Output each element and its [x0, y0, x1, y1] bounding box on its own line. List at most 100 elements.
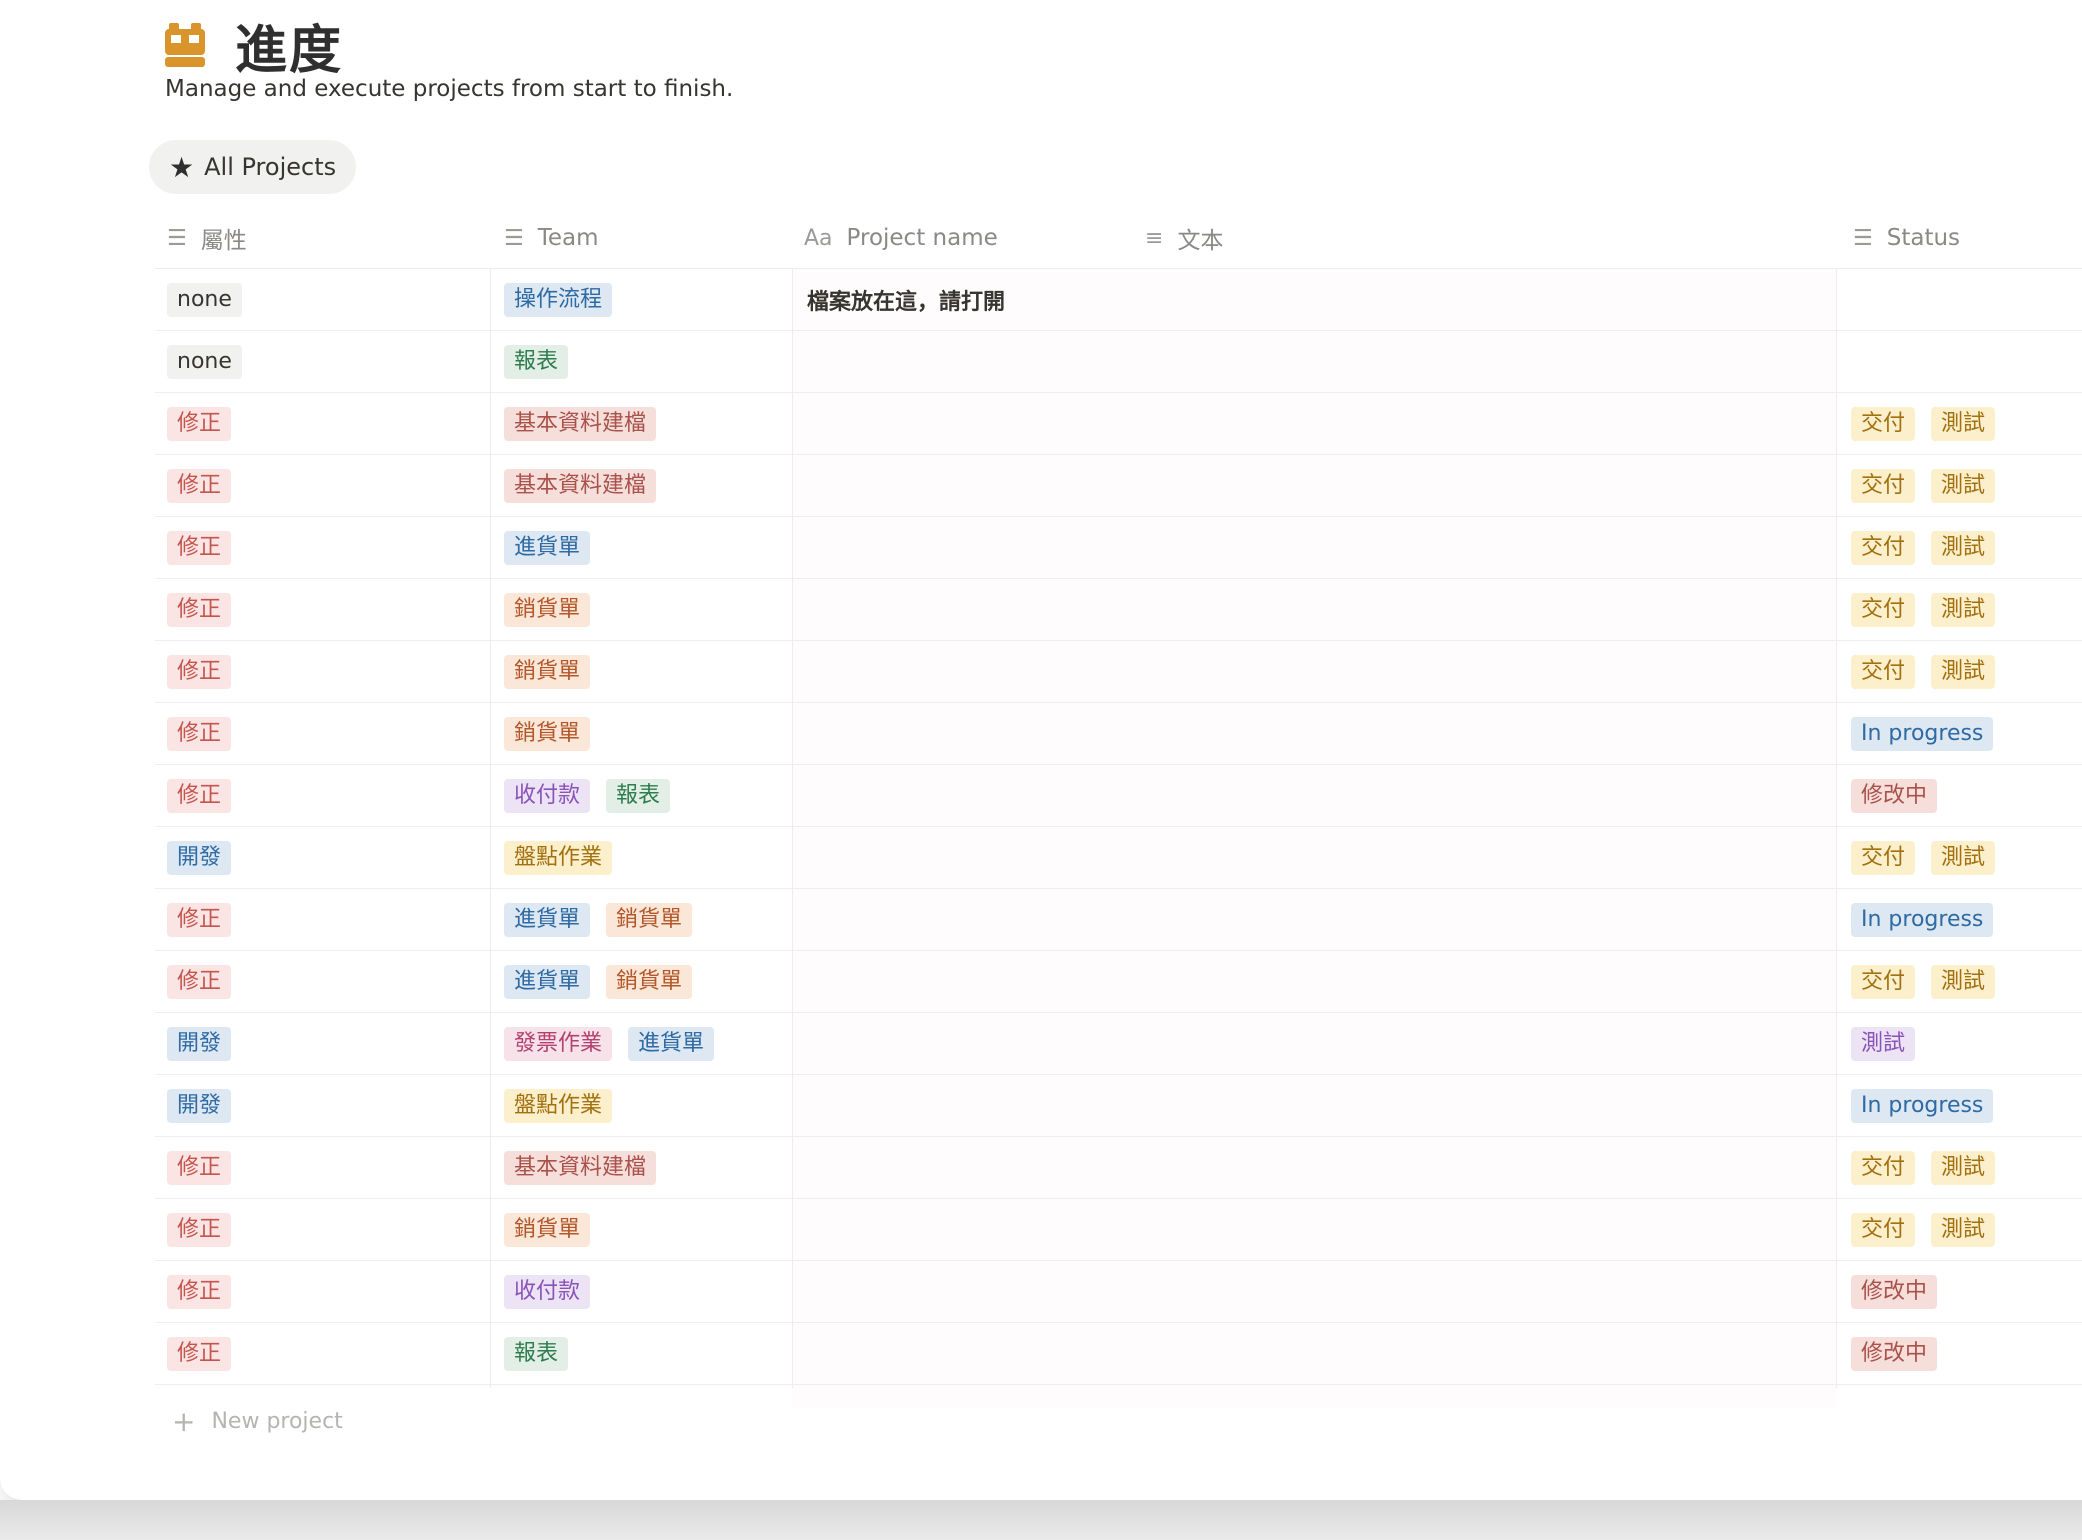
cell-team[interactable]: 進貨單 — [504, 517, 606, 578]
cell-project-name[interactable] — [807, 1199, 1137, 1260]
cell-team[interactable]: 基本資料建檔 — [504, 393, 672, 454]
page-subtitle[interactable]: Manage and execute projects from start t… — [165, 76, 733, 102]
cell-attr[interactable]: 修正 — [167, 455, 247, 516]
cell-project-name[interactable] — [807, 641, 1137, 702]
cell-attr[interactable]: 修正 — [167, 1137, 247, 1198]
cell-status[interactable]: 交付 測試 — [1851, 951, 2011, 1012]
cell-attr[interactable]: none — [167, 331, 258, 392]
cell-attr[interactable]: 修正 — [167, 517, 247, 578]
cell-status[interactable]: 測試 — [1851, 1013, 1931, 1074]
cell-team[interactable]: 收付款 — [504, 1261, 606, 1322]
table-row[interactable]: 修正 收付款 修改中 — [155, 1261, 2082, 1323]
cell-project-name[interactable] — [807, 455, 1137, 516]
column-header-status[interactable]: ☰ Status — [1853, 208, 1960, 268]
cell-project-name[interactable] — [807, 517, 1137, 578]
status-tag: In progress — [1851, 1088, 1994, 1123]
cell-project-name[interactable] — [807, 393, 1137, 454]
cell-attr[interactable]: 開發 — [167, 1075, 247, 1136]
cell-status[interactable]: 交付 測試 — [1851, 579, 2011, 640]
cell-attr[interactable]: 修正 — [167, 951, 247, 1012]
cell-project-name[interactable] — [807, 951, 1137, 1012]
cell-attr[interactable]: 開發 — [167, 827, 247, 888]
cell-project-name[interactable] — [807, 1137, 1137, 1198]
calendar-face-icon[interactable] — [163, 21, 207, 69]
table-row[interactable]: 修正 進貨單 銷貨單 交付 測試 — [155, 951, 2082, 1013]
table-row[interactable]: 修正 銷貨單 交付 測試 — [155, 1199, 2082, 1261]
cell-team[interactable]: 銷貨單 — [504, 1199, 606, 1260]
cell-team[interactable]: 收付款 報表 — [504, 765, 686, 826]
cell-project-name[interactable] — [807, 765, 1137, 826]
cell-status[interactable]: 修改中 — [1851, 765, 1953, 826]
view-tab-all-projects[interactable]: ★ All Projects — [149, 140, 357, 194]
cell-team[interactable]: 操作流程 — [504, 269, 628, 330]
cell-status[interactable]: 交付 測試 — [1851, 517, 2011, 578]
table-row[interactable]: none 報表 — [155, 331, 2082, 393]
cell-team[interactable]: 銷貨單 — [504, 703, 606, 764]
cell-team[interactable]: 盤點作業 — [504, 827, 628, 888]
table-row[interactable]: 開發 盤點作業 In progress — [155, 1075, 2082, 1137]
cell-status[interactable]: 交付 測試 — [1851, 1199, 2011, 1260]
cell-attr[interactable]: 修正 — [167, 579, 247, 640]
cell-team[interactable]: 基本資料建檔 — [504, 1137, 672, 1198]
table-row[interactable]: 修正 收付款 報表 修改中 — [155, 765, 2082, 827]
cell-team[interactable]: 銷貨單 — [504, 579, 606, 640]
column-header-text[interactable]: ≡ 文本 — [1145, 208, 1223, 268]
cell-attr[interactable]: 修正 — [167, 1199, 247, 1260]
cell-project-name[interactable] — [807, 703, 1137, 764]
column-label: 文本 — [1177, 228, 1224, 254]
cell-status[interactable]: In progress — [1851, 703, 2009, 764]
cell-attr[interactable]: 開發 — [167, 1013, 247, 1074]
cell-attr[interactable]: 修正 — [167, 765, 247, 826]
cell-team[interactable]: 銷貨單 — [504, 641, 606, 702]
cell-attr[interactable]: none — [167, 269, 258, 330]
column-header-attr[interactable]: ☰ 屬性 — [167, 208, 247, 268]
cell-project-name[interactable] — [807, 827, 1137, 888]
cell-status[interactable]: 交付 測試 — [1851, 1137, 2011, 1198]
cell-status[interactable]: 交付 測試 — [1851, 641, 2011, 702]
cell-team[interactable]: 進貨單 銷貨單 — [504, 889, 708, 950]
table-row[interactable]: 修正 進貨單 銷貨單 In progress — [155, 889, 2082, 951]
cell-team[interactable]: 報表 — [504, 331, 584, 392]
table-row[interactable]: 修正 報表 修改中 — [155, 1323, 2082, 1385]
page-title[interactable]: 進度 — [235, 8, 343, 83]
cell-project-name[interactable] — [807, 1013, 1137, 1074]
table-row[interactable]: 修正 銷貨單 交付 測試 — [155, 641, 2082, 703]
table-row[interactable]: 修正 銷貨單 交付 測試 — [155, 579, 2082, 641]
cell-project-name[interactable] — [807, 331, 1137, 392]
table-row[interactable]: 修正 進貨單 交付 測試 — [155, 517, 2082, 579]
table-row[interactable]: 修正 基本資料建檔 交付 測試 — [155, 1137, 2082, 1199]
cell-project-name[interactable] — [807, 579, 1137, 640]
cell-team[interactable]: 發票作業 進貨單 — [504, 1013, 730, 1074]
cell-team[interactable]: 進貨單 銷貨單 — [504, 951, 708, 1012]
table-row[interactable]: 修正 銷貨單 In progress — [155, 703, 2082, 765]
cell-status[interactable]: 交付 測試 — [1851, 393, 2011, 454]
cell-attr[interactable]: 修正 — [167, 641, 247, 702]
table-row[interactable]: 修正 基本資料建檔 交付 測試 — [155, 455, 2082, 517]
cell-attr[interactable]: 修正 — [167, 1261, 247, 1322]
cell-attr[interactable]: 修正 — [167, 703, 247, 764]
cell-project-name[interactable] — [807, 889, 1137, 950]
cell-team[interactable]: 基本資料建檔 — [504, 455, 672, 516]
cell-project-name[interactable]: 檔案放在這，請打開 — [807, 269, 1137, 330]
cell-status[interactable]: 修改中 — [1851, 1323, 1953, 1384]
cell-attr[interactable]: 修正 — [167, 889, 247, 950]
cell-project-name[interactable] — [807, 1323, 1137, 1384]
cell-project-name[interactable] — [807, 1075, 1137, 1136]
table-row[interactable]: 開發 盤點作業 交付 測試 — [155, 827, 2082, 889]
cell-status[interactable]: 交付 測試 — [1851, 455, 2011, 516]
cell-team[interactable]: 盤點作業 — [504, 1075, 628, 1136]
cell-status[interactable]: 交付 測試 — [1851, 827, 2011, 888]
column-header-project-name[interactable]: Aa Project name — [804, 208, 998, 268]
cell-team[interactable]: 報表 — [504, 1323, 584, 1384]
cell-attr[interactable]: 修正 — [167, 393, 247, 454]
cell-project-name[interactable] — [807, 1261, 1137, 1322]
table-row[interactable]: 開發 發票作業 進貨單 測試 — [155, 1013, 2082, 1075]
table-row[interactable]: 修正 基本資料建檔 交付 測試 — [155, 393, 2082, 455]
cell-status[interactable]: 修改中 — [1851, 1261, 1953, 1322]
column-header-team[interactable]: ☰ Team — [504, 208, 599, 268]
cell-status[interactable]: In progress — [1851, 1075, 2009, 1136]
table-row[interactable]: none 操作流程 檔案放在這，請打開 — [155, 269, 2082, 331]
cell-attr[interactable]: 修正 — [167, 1323, 247, 1384]
new-project-button[interactable]: + New project — [172, 1405, 343, 1438]
cell-status[interactable]: In progress — [1851, 889, 2009, 950]
